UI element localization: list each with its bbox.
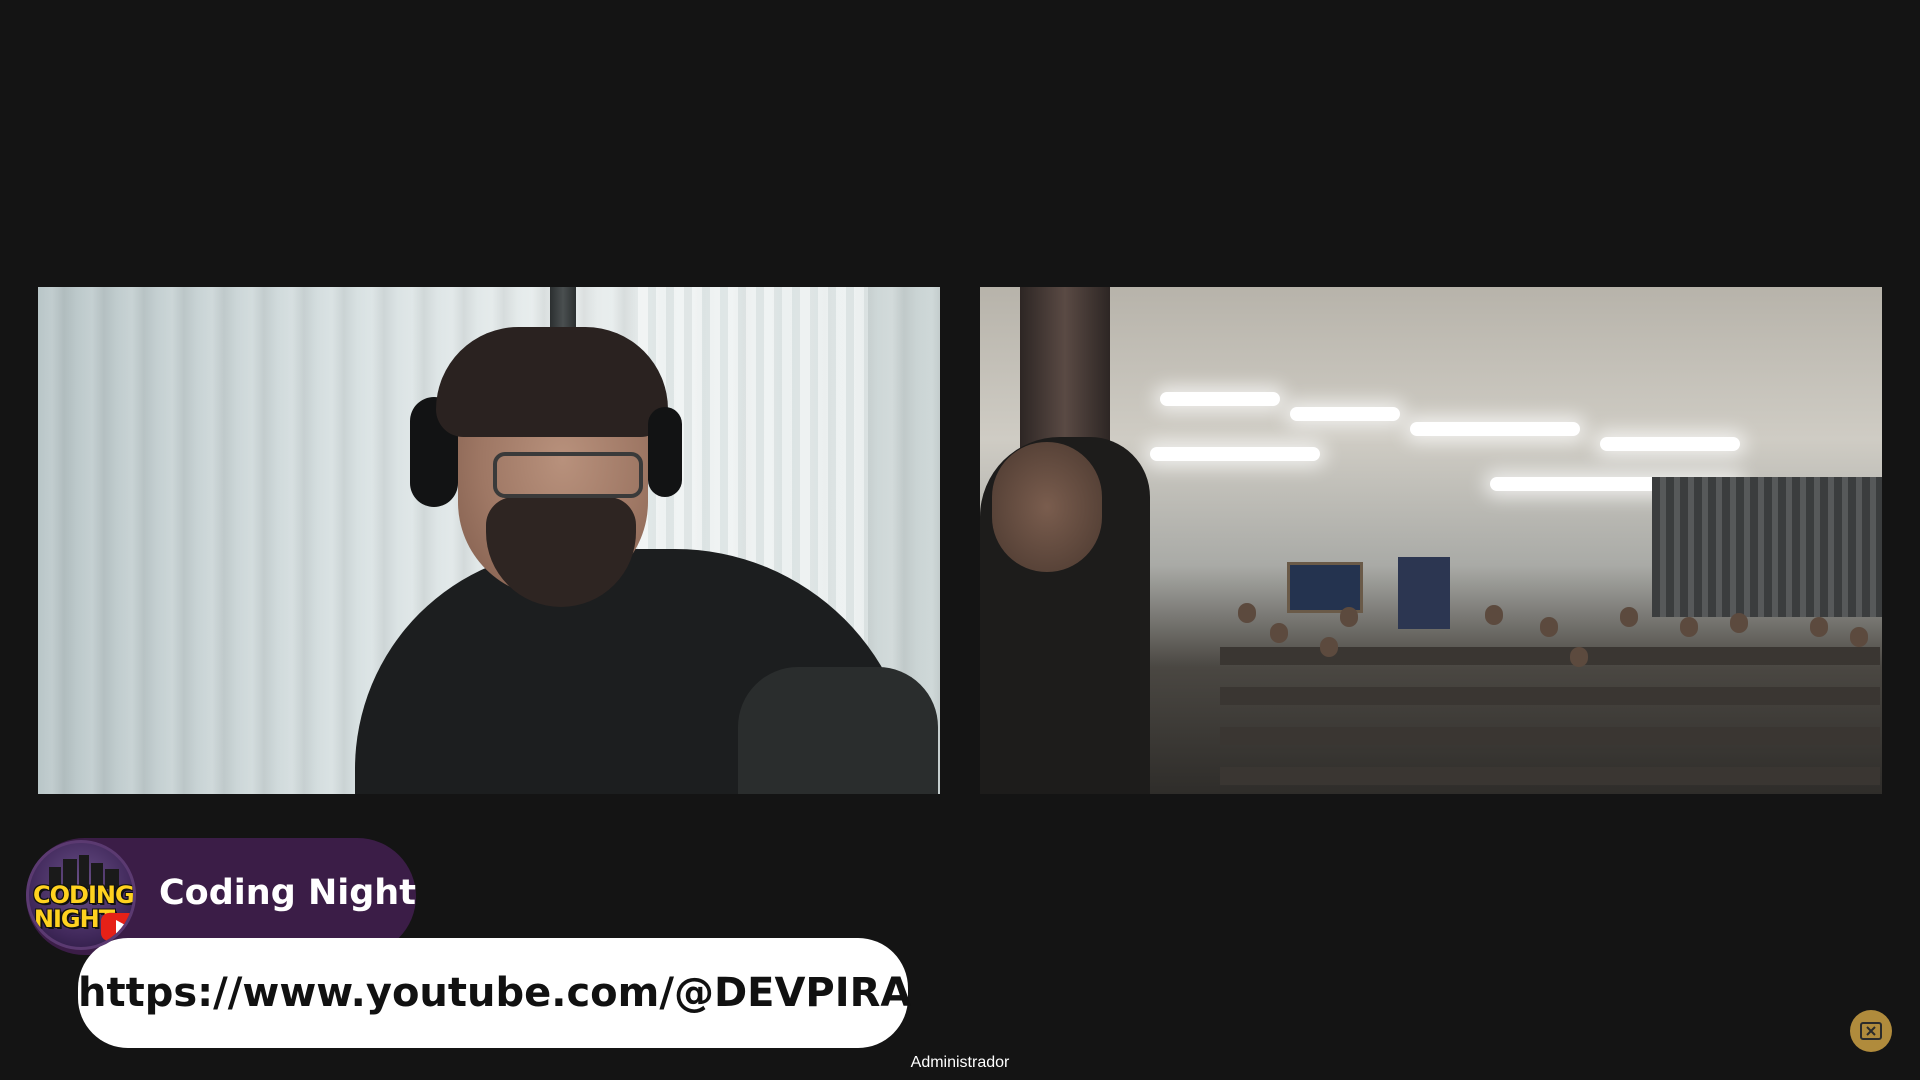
notice-board	[1287, 562, 1363, 613]
seat-row	[1220, 767, 1880, 785]
attendee	[1680, 617, 1698, 637]
ceiling-light	[1410, 422, 1580, 436]
participant-name: Administrador	[910, 1054, 1010, 1071]
presenter-hair	[436, 327, 668, 437]
ceiling-light	[1150, 447, 1320, 461]
youtube-play-icon	[101, 913, 133, 941]
attendee	[1270, 623, 1288, 643]
ceiling-light	[1600, 437, 1740, 451]
standing-person-head	[992, 442, 1102, 572]
video-call-stage: CODING NIGHT Coding Night https://www.yo…	[0, 0, 1920, 1080]
presenter-arm	[738, 667, 938, 794]
attendee	[1620, 607, 1638, 627]
attendee	[1238, 603, 1256, 623]
attendee	[1540, 617, 1558, 637]
coding-night-logo: CODING NIGHT	[26, 840, 136, 950]
seat-row	[1220, 687, 1880, 705]
seat-row	[1220, 727, 1880, 745]
attendee	[1340, 607, 1358, 627]
channel-url: https://www.youtube.com/@DEVPIRA	[78, 970, 912, 1016]
attendee	[1485, 605, 1503, 625]
presenter-glasses	[493, 452, 643, 498]
exit-fullscreen-icon	[1860, 1022, 1882, 1040]
ceiling-light	[1160, 392, 1280, 406]
brand-name: Coding Night	[159, 873, 416, 913]
attendee	[1850, 627, 1868, 647]
headphone-right	[648, 407, 682, 497]
event-banner	[1398, 557, 1450, 629]
ceiling-light	[1290, 407, 1400, 421]
seat-row	[1220, 647, 1880, 665]
logo-text-line1: CODING	[33, 881, 134, 909]
attendee	[1320, 637, 1338, 657]
attendee	[1730, 613, 1748, 633]
attendee	[1570, 647, 1588, 667]
video-tile-auditorium[interactable]	[980, 287, 1882, 794]
attendee	[1810, 617, 1828, 637]
video-tile-presenter[interactable]	[38, 287, 940, 794]
exit-fullscreen-button[interactable]	[1850, 1010, 1892, 1052]
side-curtain	[1652, 477, 1882, 617]
